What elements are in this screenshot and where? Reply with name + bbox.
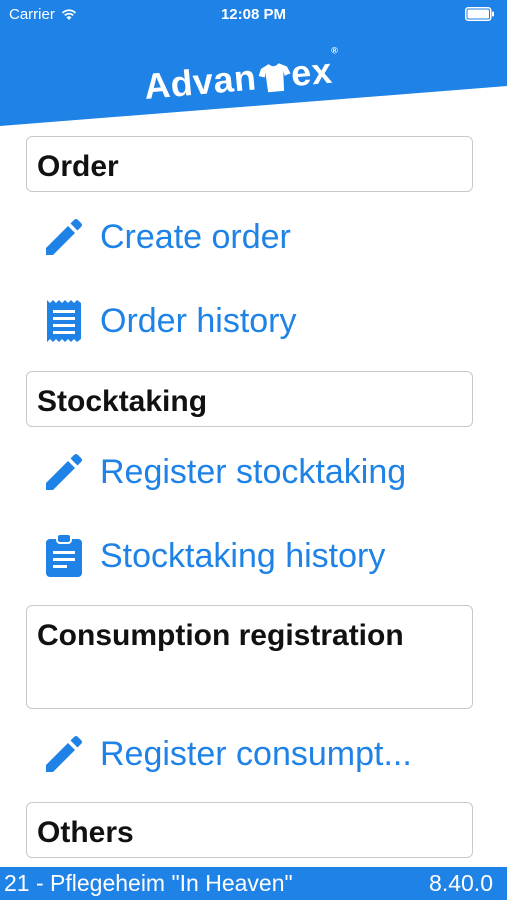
status-bar: Carrier 12:08 PM — [0, 0, 507, 30]
create-order-button[interactable]: Create order — [40, 209, 480, 265]
version-label: 8.40.0 — [429, 870, 493, 896]
footer-bar: 21 - Pflegeheim "In Heaven" 8.40.0 — [0, 867, 507, 900]
stocktaking-history-button[interactable]: Stocktaking history — [40, 528, 480, 584]
section-title: Consumption registration — [37, 619, 404, 652]
section-header-consumption-registration: Consumption registration — [26, 605, 473, 709]
logo-text-end: ex — [289, 49, 334, 95]
section-title: Stocktaking — [37, 385, 208, 418]
menu-item-label: Create order — [100, 217, 291, 256]
pencil-icon — [40, 730, 88, 778]
pencil-icon — [40, 448, 88, 496]
register-stocktaking-button[interactable]: Register stocktaking — [40, 444, 480, 500]
menu-item-label: Stocktaking history — [100, 536, 386, 575]
site-label: 21 - Pflegeheim "In Heaven" — [4, 870, 293, 896]
order-history-button[interactable]: Order history — [40, 293, 480, 349]
section-header-stocktaking: Stocktaking — [26, 371, 473, 427]
register-consumption-button[interactable]: Register consumpt... — [40, 726, 480, 782]
status-time: 12:08 PM — [220, 6, 287, 23]
app-header: Carrier 12:08 PM Advan ex ® — [0, 0, 507, 130]
menu-item-label: Register consumpt... — [100, 734, 412, 773]
section-title: Order — [37, 150, 119, 183]
battery-icon — [465, 7, 494, 21]
menu-item-label: Order history — [100, 301, 297, 340]
pencil-icon — [40, 213, 88, 261]
section-header-others: Others — [26, 802, 473, 858]
menu-item-label: Register stocktaking — [100, 452, 407, 491]
clipboard-icon — [40, 532, 88, 580]
receipt-icon — [40, 297, 88, 345]
section-title: Others — [37, 816, 134, 849]
registered-mark: ® — [330, 45, 339, 56]
tshirt-icon — [258, 63, 291, 93]
section-header-order: Order — [26, 136, 473, 192]
